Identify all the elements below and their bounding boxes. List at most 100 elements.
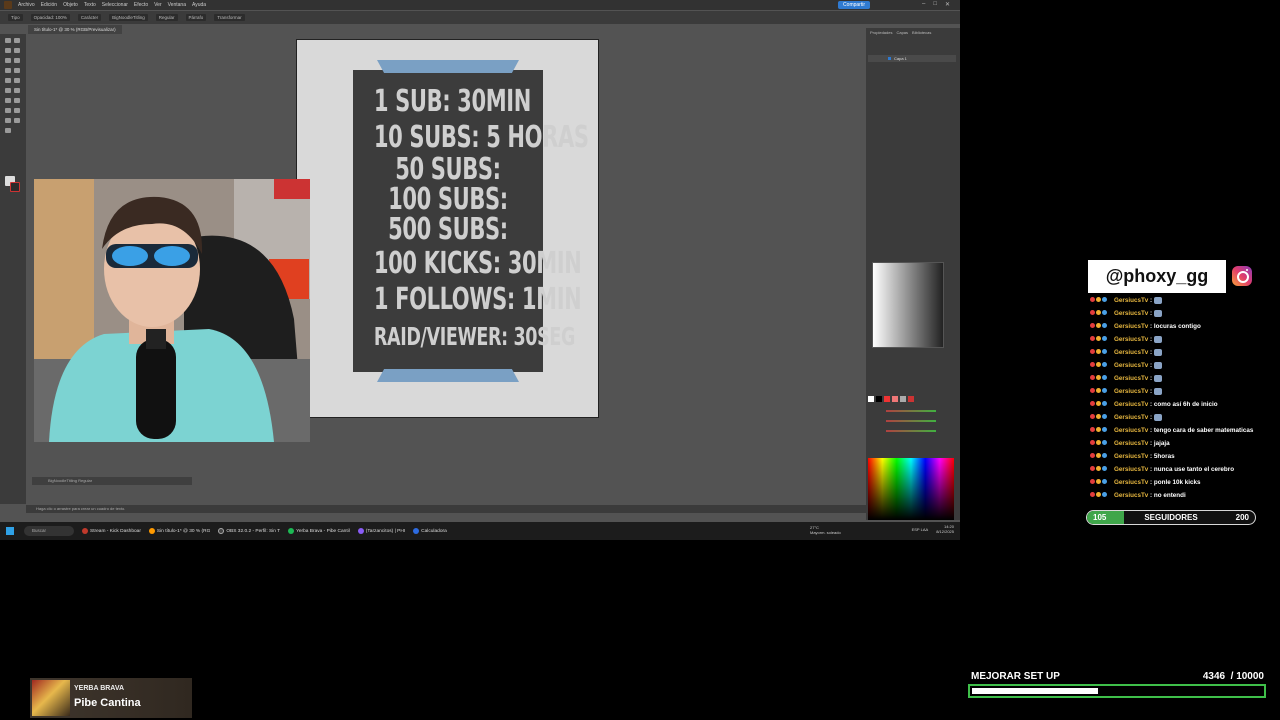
swatch-gray[interactable] bbox=[900, 396, 906, 402]
taskbar-search[interactable]: Buscar bbox=[24, 526, 74, 536]
task-label: Sin título-1* @ 30 % (RG bbox=[156, 528, 211, 534]
type-tool-icon[interactable] bbox=[5, 58, 11, 63]
gradient-preview[interactable] bbox=[872, 262, 944, 348]
chat-username[interactable]: GersiucsTv bbox=[1114, 479, 1148, 486]
chat-username[interactable]: GersiucsTv bbox=[1114, 453, 1148, 460]
stroke-swatch[interactable] bbox=[10, 182, 20, 192]
menu-efecto[interactable]: Efecto bbox=[134, 2, 148, 8]
eraser-tool-icon[interactable] bbox=[14, 78, 20, 83]
swatch-red[interactable] bbox=[884, 396, 890, 402]
direct-selection-tool-icon[interactable] bbox=[14, 38, 20, 43]
document-tab[interactable]: Sin título-1* @ 30 % (RGB/Previsualizar) bbox=[28, 25, 122, 34]
pen-tool-icon[interactable] bbox=[5, 48, 11, 53]
control-paragraph[interactable]: Párrafo bbox=[185, 14, 207, 21]
menu-ventana[interactable]: Ventana bbox=[168, 2, 186, 8]
gradient-tool-icon[interactable] bbox=[5, 108, 11, 113]
chat-username[interactable]: GersiucsTv bbox=[1114, 297, 1148, 304]
maximize-icon[interactable]: □ bbox=[933, 1, 937, 8]
chat-username[interactable]: GersiucsTv bbox=[1114, 492, 1148, 499]
chat-username[interactable]: GersiucsTv bbox=[1114, 414, 1148, 421]
poster-line-6[interactable]: 100 KICKS: 30MIN bbox=[374, 246, 582, 281]
menu-edicion[interactable]: Edición bbox=[41, 2, 57, 8]
swatch-pink[interactable] bbox=[892, 396, 898, 402]
control-tool-type[interactable]: Tipo bbox=[8, 14, 23, 21]
brush-tool-icon[interactable] bbox=[14, 68, 20, 73]
chat-username[interactable]: GersiucsTv bbox=[1114, 401, 1148, 408]
pencil-tool-icon[interactable] bbox=[5, 78, 11, 83]
color-slider-g[interactable] bbox=[886, 420, 936, 422]
chat-text: no entendi bbox=[1153, 492, 1186, 499]
font-family-select[interactable]: BigNoodleTitling bbox=[109, 14, 148, 21]
chat-username[interactable]: GersiucsTv bbox=[1114, 349, 1148, 356]
scale-tool-icon[interactable] bbox=[14, 88, 20, 93]
width-tool-icon[interactable] bbox=[5, 98, 11, 103]
poster-line-5[interactable]: 500 SUBS: bbox=[374, 212, 522, 247]
task-spotify[interactable]: Yerba Brava - Pibe Cantil bbox=[288, 528, 350, 534]
task-illustrator[interactable]: Sin título-1* @ 30 % (RG bbox=[148, 528, 211, 534]
menu-ver[interactable]: Ver bbox=[154, 2, 162, 8]
chat-username[interactable]: GersiucsTv bbox=[1114, 466, 1148, 473]
poster-line-1[interactable]: 1 SUB: 30MIN bbox=[374, 84, 531, 119]
poster-line-8[interactable]: RAID/VIEWER: 30SEG bbox=[374, 322, 575, 351]
menu-archivo[interactable]: Archivo bbox=[18, 2, 35, 8]
color-spectrum[interactable] bbox=[868, 458, 954, 520]
task-calculator[interactable]: Calculadora bbox=[413, 528, 447, 534]
tab-bibliotecas[interactable]: Bibliotecas bbox=[912, 30, 931, 37]
weather-widget[interactable]: 27°C Mayorm. soleado bbox=[810, 525, 841, 535]
chat-username[interactable]: GersiucsTv bbox=[1114, 336, 1148, 343]
hand-tool-icon[interactable] bbox=[14, 118, 20, 123]
social-handle: @phoxy_gg bbox=[1105, 266, 1209, 286]
control-character[interactable]: Carácter bbox=[77, 14, 102, 21]
close-icon[interactable]: ✕ bbox=[945, 1, 950, 8]
color-slider-b[interactable] bbox=[886, 430, 936, 432]
share-button[interactable]: Compartir bbox=[838, 1, 870, 9]
zoom-tool-icon[interactable] bbox=[5, 128, 11, 133]
task-tarzancitos[interactable]: (Tarzancitos) | PHI bbox=[357, 528, 405, 534]
task-kick-dashboard[interactable]: Stream - Kick Dashboar bbox=[82, 528, 141, 534]
control-opacity[interactable]: Opacidad: 100% bbox=[30, 14, 70, 21]
layer-row[interactable]: Capa 1 bbox=[868, 55, 956, 62]
rotate-tool-icon[interactable] bbox=[5, 88, 11, 93]
chat-username[interactable]: GersiucsTv bbox=[1114, 388, 1148, 395]
swatch-dark-red[interactable] bbox=[908, 396, 914, 402]
chat-message: GersiucsTv : ponle 10k kicks bbox=[1090, 476, 1260, 489]
setup-goal-fill bbox=[972, 688, 1099, 694]
poster-card[interactable]: 1 SUB: 30MIN 10 SUBS: 5 HORAS 50 SUBS: 1… bbox=[353, 60, 589, 382]
menu-objeto[interactable]: Objeto bbox=[63, 2, 78, 8]
clock[interactable]: 14:20 8/12/2025 bbox=[936, 524, 954, 534]
rectangle-tool-icon[interactable] bbox=[5, 68, 11, 73]
artboard-tool-icon[interactable] bbox=[5, 118, 11, 123]
chat-username[interactable]: GersiucsTv bbox=[1114, 440, 1148, 447]
color-slider-r[interactable] bbox=[886, 410, 936, 412]
language-indicator[interactable]: ESP LAA bbox=[912, 527, 929, 532]
tab-propiedades[interactable]: Propiedades bbox=[870, 30, 892, 37]
menu-seleccionar[interactable]: Seleccionar bbox=[102, 2, 128, 8]
character-properties-mini[interactable]: BigNoodleTitling Regular bbox=[32, 477, 192, 485]
swatch-white[interactable] bbox=[868, 396, 874, 402]
selection-tool-icon[interactable] bbox=[5, 38, 11, 43]
chat-username[interactable]: GersiucsTv bbox=[1114, 362, 1148, 369]
line-tool-icon[interactable] bbox=[14, 58, 20, 63]
windows-start-icon[interactable] bbox=[6, 527, 14, 535]
menu-ayuda[interactable]: Ayuda bbox=[192, 2, 206, 8]
chat-badges-icon bbox=[1090, 297, 1112, 303]
chat-badges-icon bbox=[1090, 375, 1112, 381]
eyedropper-tool-icon[interactable] bbox=[14, 108, 20, 113]
chat-username[interactable]: GersiucsTv bbox=[1114, 375, 1148, 382]
poster-line-7[interactable]: 1 FOLLOWS: 1MIN bbox=[374, 282, 582, 317]
menu-texto[interactable]: Texto bbox=[84, 2, 96, 8]
chat-username[interactable]: GersiucsTv bbox=[1114, 323, 1148, 330]
curvature-tool-icon[interactable] bbox=[14, 48, 20, 53]
chat-text: jajaja bbox=[1153, 440, 1170, 447]
tab-capas[interactable]: Capas bbox=[896, 30, 908, 37]
chat-username[interactable]: GersiucsTv bbox=[1114, 427, 1148, 434]
minimize-icon[interactable]: – bbox=[922, 1, 925, 8]
poster-line-2[interactable]: 10 SUBS: 5 HORAS bbox=[374, 120, 589, 155]
artboard[interactable]: 1 SUB: 30MIN 10 SUBS: 5 HORAS 50 SUBS: 1… bbox=[296, 39, 599, 418]
shape-builder-tool-icon[interactable] bbox=[14, 98, 20, 103]
chat-username[interactable]: GersiucsTv bbox=[1114, 310, 1148, 317]
font-style-select[interactable]: Regular bbox=[155, 14, 178, 21]
swatch-black[interactable] bbox=[876, 396, 882, 402]
task-obs[interactable]: OBS 32.0.2 - Perfil: Sin T bbox=[218, 528, 280, 534]
control-transform[interactable]: Transformar bbox=[214, 14, 245, 21]
